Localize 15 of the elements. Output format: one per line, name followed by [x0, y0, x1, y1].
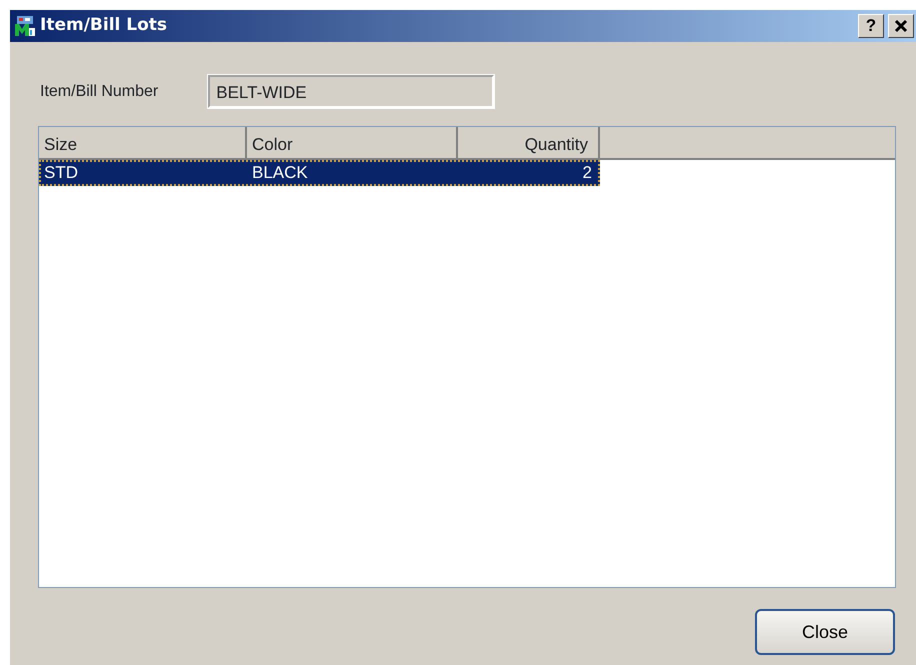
table-cell-text: BLACK	[251, 162, 309, 184]
column-header[interactable]: Color	[247, 127, 458, 158]
field-label: Item/Bill Number	[40, 82, 158, 102]
table-cell-text: 2	[582, 162, 593, 184]
item-number-field[interactable]: BELT-WIDE	[208, 75, 494, 108]
close-button[interactable]: Close	[755, 609, 895, 655]
table-cell-text: STD	[43, 162, 79, 184]
column-header[interactable]: Quantity	[458, 127, 600, 158]
close-icon	[894, 19, 908, 33]
app-icon	[14, 15, 36, 37]
close-button[interactable]	[888, 14, 914, 38]
table-row[interactable]: STD BLACK 2	[39, 160, 600, 186]
help-button[interactable]: ?	[858, 14, 884, 38]
column-header[interactable]: Size	[39, 127, 247, 158]
window-title: Item/Bill Lots	[40, 14, 168, 38]
